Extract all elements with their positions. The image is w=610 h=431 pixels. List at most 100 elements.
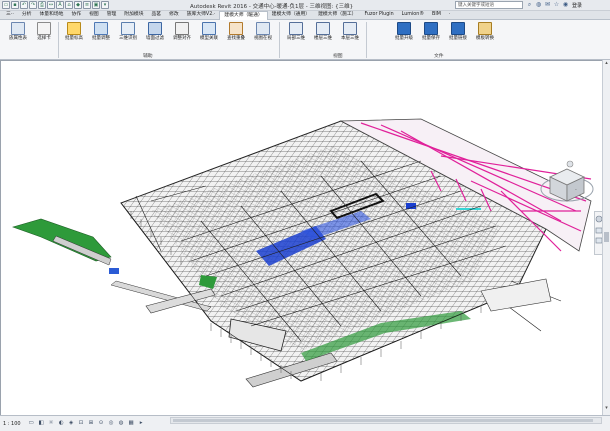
3d-recognize-button[interactable]: 三维识别 — [115, 22, 141, 50]
model-link-icon — [202, 22, 216, 35]
view-button[interactable]: 视图在视 — [250, 22, 276, 50]
wall-filter-button[interactable]: 墙面过滤 — [142, 22, 168, 50]
tab-collaborate[interactable]: 协作 — [67, 11, 85, 19]
horizontal-scrollbar[interactable] — [170, 417, 602, 424]
analytical-icon[interactable]: ▸ — [138, 420, 145, 427]
family-table-icon — [11, 22, 25, 35]
this-floor-3d-button[interactable]: 本层三维 — [337, 22, 363, 50]
close-hidden-icon[interactable]: ▣ — [92, 1, 100, 9]
select-card-button[interactable]: 选择卡 — [31, 22, 57, 50]
switch-windows-icon[interactable]: ▾ — [101, 1, 109, 9]
thin-lines-icon[interactable]: ≡ — [83, 1, 91, 9]
section-icon[interactable]: ◆ — [74, 1, 82, 9]
model-link-button[interactable]: 模型关联 — [196, 22, 222, 50]
render-icon[interactable]: ◈ — [68, 420, 75, 427]
reveal-hidden-icon[interactable]: ◍ — [118, 420, 125, 427]
quick-access-toolbar: ▭ ▪ ↶ ↷ ⎙ ↔ A ⌂ ◆ ≡ ▣ ▾ — [2, 1, 109, 10]
3d-recognize-icon — [121, 22, 135, 35]
horizontal-scroll-thumb[interactable] — [173, 419, 593, 422]
batch-level-icon — [67, 22, 81, 35]
local-3d-icon — [289, 22, 303, 35]
redo-icon[interactable]: ↷ — [29, 1, 37, 9]
select-card-icon — [37, 22, 51, 35]
3d-icon[interactable]: ⌂ — [65, 1, 73, 9]
crop-icon[interactable]: ⊡ — [78, 420, 85, 427]
scroll-down-icon[interactable]: ▾ — [604, 406, 609, 411]
scroll-up-icon[interactable]: ▴ — [604, 61, 609, 66]
wall-filter-icon — [148, 22, 162, 35]
tab-massing-site[interactable]: 体量和场地 — [35, 11, 67, 19]
detail-level-icon[interactable]: ▭ — [28, 420, 35, 427]
vertical-scrollbar[interactable]: ▴ ▾ — [602, 60, 610, 415]
batch-link-icon — [451, 22, 465, 35]
tab-modeling-hvac[interactable]: 建模大师（暖通） — [219, 10, 268, 20]
local-3d-button[interactable]: 局部三维 — [283, 22, 309, 50]
visual-style-icon[interactable]: ◧ — [38, 420, 45, 427]
open-icon[interactable]: ▭ — [2, 1, 10, 9]
user-icon[interactable]: ◉ — [562, 1, 569, 9]
batch-level-button[interactable]: 批量标高 — [61, 22, 87, 50]
batch-save-icon — [424, 22, 438, 35]
save-icon[interactable]: ▪ — [11, 1, 19, 9]
tab-fuzor[interactable]: Fuzor Plugin — [360, 11, 397, 19]
group-label-view: 视图 — [333, 54, 343, 59]
tab-addins[interactable]: 附加模块 — [120, 11, 147, 19]
building-model-drawing — [12, 118, 592, 388]
batch-adjust-button[interactable]: 批量调整 — [88, 22, 114, 50]
batch-upgrade-button[interactable]: 批量升级 — [391, 22, 417, 50]
viewcube[interactable]: · — [536, 159, 598, 209]
print-icon[interactable]: ⎙ — [38, 1, 46, 9]
tab-0[interactable]: 三·· — [2, 11, 18, 19]
viewcube-face-label[interactable]: · — [575, 187, 577, 194]
subscription-icon[interactable]: ◍ — [535, 1, 542, 9]
tab-analyze[interactable]: 分析 — [18, 11, 36, 19]
align-button[interactable]: 调整对齐 — [169, 22, 195, 50]
unlock-3d-icon[interactable]: ⊙ — [98, 420, 105, 427]
template-convert-button[interactable]: 模板转换 — [472, 22, 498, 50]
title-bar: ▭ ▪ ↶ ↷ ⎙ ↔ A ⌂ ◆ ≡ ▣ ▾ Autodesk Revit 2… — [0, 0, 610, 11]
tab-modify[interactable]: 修改 — [165, 11, 183, 19]
vertical-scroll-thumb[interactable] — [604, 232, 609, 242]
worksharing-icon[interactable]: ▦ — [128, 420, 135, 427]
communication-icon[interactable]: ✉ — [544, 1, 551, 9]
tab-bim[interactable]: BIM — [428, 11, 445, 19]
batch-save-button[interactable]: 批量保存 — [418, 22, 444, 50]
home-icon[interactable] — [566, 160, 574, 168]
temp-hide-icon[interactable]: ◎ — [108, 420, 115, 427]
family-table-button[interactable]: 族属性表 — [5, 22, 31, 50]
find-overlap-icon — [229, 22, 243, 35]
floor-3d-icon — [316, 22, 330, 35]
search-icon[interactable]: ⌕ — [526, 1, 533, 9]
star-icon[interactable]: ☆ — [553, 1, 560, 9]
window-title: Autodesk Revit 2016 - 交通中心-暖通-负1层 - 三维视图… — [190, 4, 354, 10]
view-icon — [256, 22, 270, 35]
tab-modeling-construction[interactable]: 建模大师（施工） — [314, 11, 360, 19]
template-convert-icon — [478, 22, 492, 35]
tab-manage[interactable]: 管理 — [103, 11, 121, 19]
scale-label[interactable]: 1 : 100 — [3, 421, 21, 427]
login-link[interactable]: 登录 — [572, 2, 582, 9]
group-label-file: 文件 — [434, 54, 444, 59]
show-crop-icon[interactable]: ⊞ — [88, 420, 95, 427]
search-input[interactable]: 键入关键字或短语 — [455, 1, 523, 9]
tab-pinming[interactable]: 品茗 — [148, 11, 166, 19]
find-overlap-button[interactable]: 查找重叠 — [223, 22, 249, 50]
undo-icon[interactable]: ↶ — [20, 1, 28, 9]
tab-view[interactable]: 视图 — [85, 11, 103, 19]
tab-16[interactable]: · — [445, 11, 455, 19]
batch-adjust-icon — [94, 22, 108, 35]
batch-link-button[interactable]: 批量链接 — [445, 22, 471, 50]
shadows-icon[interactable]: ◐ — [58, 420, 65, 427]
floor-3d-button[interactable]: 楼层三维 — [310, 22, 336, 50]
tab-lumion[interactable]: Lumion® — [398, 11, 428, 19]
measure-icon[interactable]: ↔ — [47, 1, 55, 9]
tab-modeling-general[interactable]: 建模大师（通用） — [268, 11, 314, 19]
sun-path-icon[interactable]: ☼ — [48, 420, 55, 427]
ribbon-panel: 族属性表 选择卡 批量标高 批量调整 三维识别 墙面过滤 调整对齐 模型关联 查… — [0, 20, 610, 60]
group-label-assist: 辅助 — [143, 54, 153, 59]
align-icon — [175, 22, 189, 35]
3d-view-canvas[interactable]: · — [0, 60, 604, 415]
text-icon[interactable]: A — [56, 1, 64, 9]
ribbon-tabs: 三·· 分析 体量和场地 协作 视图 管理 附加模块 品茗 修改 族库大师V2.… — [0, 10, 610, 20]
tab-family-library[interactable]: 族库大师V2.· — [183, 11, 220, 19]
